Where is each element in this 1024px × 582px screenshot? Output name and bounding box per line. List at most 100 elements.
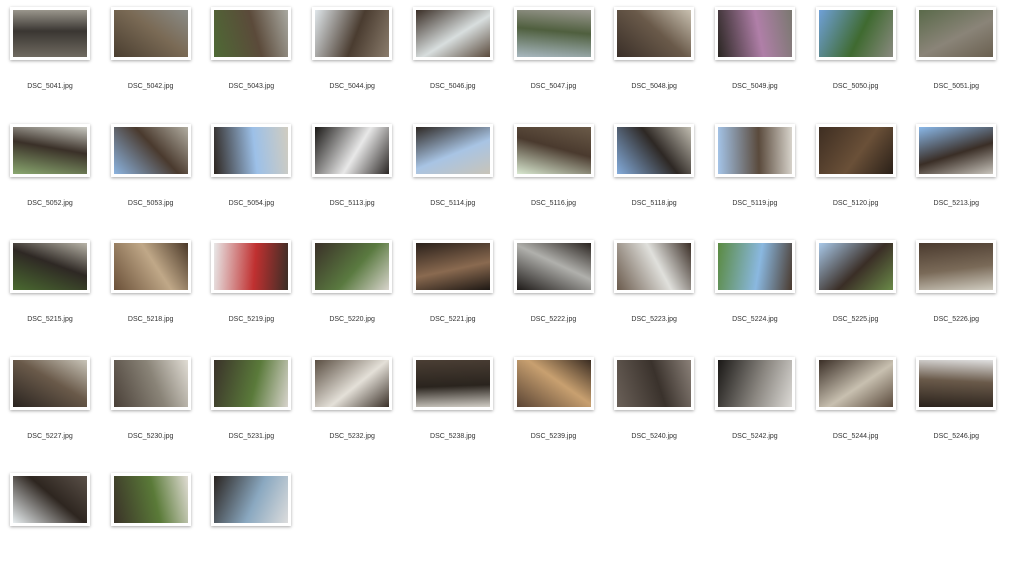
file-thumbnail[interactable] [412, 356, 493, 410]
file-thumbnail[interactable] [110, 123, 191, 177]
file-thumbnail[interactable] [412, 7, 493, 60]
file-item[interactable]: DSC_5226.jpg [906, 233, 1006, 349]
file-thumbnail[interactable] [916, 7, 997, 60]
file-item[interactable]: DSC_5042.jpg [101, 0, 201, 116]
file-thumbnail[interactable] [412, 123, 493, 177]
file-name: DSC_5239.jpg [530, 432, 577, 440]
file-thumbnail[interactable] [312, 123, 393, 177]
photo-image [818, 243, 893, 290]
file-thumbnail[interactable] [10, 473, 90, 526]
file-thumbnail[interactable] [513, 356, 594, 410]
file-thumbnail[interactable] [10, 123, 90, 177]
photo-image [315, 359, 390, 407]
photo-image [617, 359, 692, 407]
file-thumbnail[interactable] [916, 356, 997, 410]
file-item[interactable]: DSC_5222.jpg [504, 233, 604, 349]
file-item[interactable]: DSC_5051.jpg [906, 0, 1006, 116]
photo-image [214, 243, 289, 290]
photo-image [919, 10, 994, 57]
file-thumbnail[interactable] [614, 7, 695, 60]
file-item[interactable] [0, 466, 100, 582]
file-name: DSC_5238.jpg [430, 432, 476, 440]
file-thumbnail[interactable] [312, 7, 393, 60]
file-item[interactable] [101, 466, 201, 582]
file-item[interactable]: DSC_5240.jpg [604, 350, 704, 466]
photo-image [919, 359, 994, 407]
file-item[interactable]: DSC_5213.jpg [906, 117, 1006, 233]
file-name: DSC_5048.jpg [631, 83, 677, 90]
file-thumbnail[interactable] [412, 240, 493, 293]
file-item[interactable]: DSC_5242.jpg [705, 350, 805, 466]
file-item[interactable]: DSC_5116.jpg [504, 117, 604, 233]
file-item[interactable] [201, 466, 301, 582]
file-item[interactable]: DSC_5054.jpg [201, 117, 301, 233]
file-thumbnail[interactable] [312, 356, 393, 410]
file-name: DSC_5042.jpg [127, 83, 174, 90]
file-item[interactable]: DSC_5053.jpg [101, 117, 201, 233]
file-thumbnail[interactable] [614, 240, 695, 293]
file-item[interactable]: DSC_5118.jpg [604, 117, 704, 233]
file-item[interactable]: DSC_5120.jpg [806, 117, 906, 233]
file-item[interactable]: DSC_5232.jpg [302, 350, 402, 466]
file-thumbnail[interactable] [714, 240, 795, 293]
file-thumbnail[interactable] [211, 240, 292, 293]
file-thumbnail[interactable] [916, 123, 997, 177]
file-item[interactable]: DSC_5224.jpg [705, 233, 805, 349]
file-thumbnail[interactable] [10, 240, 90, 293]
file-item[interactable]: DSC_5114.jpg [403, 117, 503, 233]
file-thumbnail[interactable] [211, 356, 292, 410]
file-item[interactable]: DSC_5219.jpg [201, 233, 301, 349]
file-thumbnail[interactable] [614, 123, 695, 177]
file-thumbnail[interactable] [714, 7, 795, 60]
file-thumbnail[interactable] [513, 123, 594, 177]
file-item[interactable]: DSC_5052.jpg [0, 117, 100, 233]
file-item[interactable]: DSC_5215.jpg [0, 233, 100, 349]
file-item[interactable]: DSC_5043.jpg [201, 0, 301, 116]
file-thumbnail[interactable] [815, 123, 896, 177]
file-thumbnail[interactable] [714, 123, 795, 177]
file-item[interactable]: DSC_5230.jpg [101, 350, 201, 466]
file-item[interactable]: DSC_5044.jpg [302, 0, 402, 116]
file-item[interactable]: DSC_5048.jpg [604, 0, 704, 116]
file-item[interactable]: DSC_5220.jpg [302, 233, 402, 349]
file-item[interactable]: DSC_5046.jpg [403, 0, 503, 116]
file-item[interactable]: DSC_5225.jpg [806, 233, 906, 349]
file-thumbnail[interactable] [513, 240, 594, 293]
file-thumbnail[interactable] [815, 7, 896, 60]
photo-image [818, 126, 893, 174]
file-item[interactable]: DSC_5041.jpg [0, 0, 100, 116]
file-item[interactable]: DSC_5221.jpg [403, 233, 503, 349]
file-item[interactable]: DSC_5119.jpg [705, 117, 805, 233]
file-item[interactable]: DSC_5049.jpg [705, 0, 805, 116]
file-thumbnail[interactable] [916, 240, 997, 293]
file-item[interactable]: DSC_5223.jpg [604, 233, 704, 349]
file-thumbnail[interactable] [110, 240, 191, 293]
file-thumbnail[interactable] [815, 356, 896, 410]
file-thumbnail[interactable] [312, 240, 393, 293]
file-thumbnail[interactable] [10, 356, 90, 410]
file-thumbnail[interactable] [714, 356, 795, 410]
file-item[interactable]: DSC_5113.jpg [302, 117, 402, 233]
file-thumbnail[interactable] [10, 7, 90, 60]
file-thumbnail[interactable] [815, 240, 896, 293]
file-thumbnail[interactable] [110, 7, 191, 60]
file-thumbnail[interactable] [110, 473, 191, 526]
file-item[interactable]: DSC_5246.jpg [906, 350, 1006, 466]
file-item[interactable]: DSC_5244.jpg [806, 350, 906, 466]
file-item[interactable]: DSC_5231.jpg [201, 350, 301, 466]
thumbnail-grid: DSC_5041.jpg DSC_5042.jpg DSC_5043.jpg DSC_… [0, 0, 1024, 550]
file-thumbnail[interactable] [513, 7, 594, 60]
file-thumbnail[interactable] [211, 473, 292, 526]
photo-image [315, 126, 390, 174]
file-item[interactable]: DSC_5239.jpg [504, 350, 604, 466]
file-thumbnail[interactable] [614, 356, 695, 410]
file-item[interactable]: DSC_5227.jpg [0, 350, 100, 466]
file-thumbnail[interactable] [110, 356, 191, 410]
file-item[interactable]: DSC_5218.jpg [101, 233, 201, 349]
file-name: DSC_5050.jpg [832, 83, 879, 90]
file-item[interactable]: DSC_5238.jpg [403, 350, 503, 466]
file-thumbnail[interactable] [211, 7, 292, 60]
file-item[interactable]: DSC_5047.jpg [504, 0, 604, 116]
file-item[interactable]: DSC_5050.jpg [806, 0, 906, 116]
file-thumbnail[interactable] [211, 123, 292, 177]
